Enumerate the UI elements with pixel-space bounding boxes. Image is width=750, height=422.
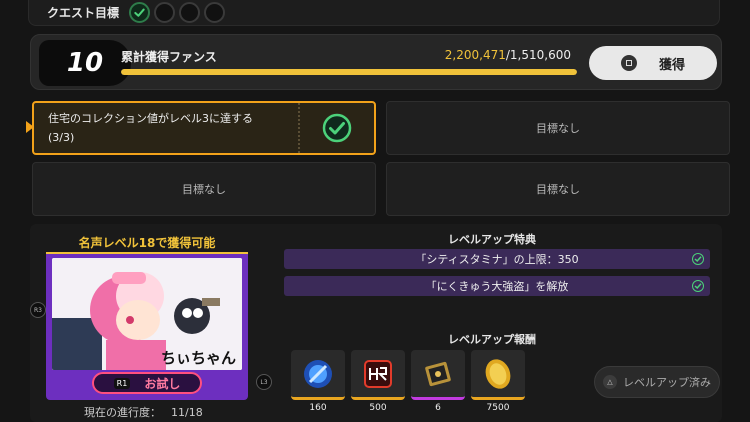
level-up-done-button[interactable]: △ レベルアップ済み: [594, 366, 720, 398]
goal-1-text: 住宅のコレクション値がレベル3に達する: [48, 112, 253, 125]
quest-slot-3: [179, 2, 201, 23]
character-card[interactable]: 名声レベル18で獲得可能 ちぃちゃん R1 お試し: [46, 232, 248, 400]
triangle-button-icon: △: [603, 375, 617, 389]
goal-cell-4[interactable]: 目標なし: [386, 162, 730, 216]
quest-goal-strip: クエスト目標: [28, 0, 720, 26]
cumulative-fans-panel: 10 累計獲得ファンス 2,200,471/1,510,600 獲得: [30, 34, 722, 90]
reward-2-count: 500: [369, 403, 387, 413]
perk-1-text: 「シティスタミナ」の上限：350: [415, 253, 579, 266]
quest-goal-label: クエスト目標: [47, 6, 120, 20]
gold-coin-icon: [471, 350, 525, 400]
character-name: ちぃちゃん: [160, 349, 236, 367]
reward-4-count: 7500: [486, 403, 510, 413]
level-up-rewards-title: レベルアップ報酬: [448, 333, 536, 346]
r3-button-badge: R3: [30, 302, 46, 318]
unlock-condition-title: 名声レベル18で獲得可能: [46, 232, 248, 254]
goal-complete-check-icon: [322, 113, 352, 143]
claim-button[interactable]: 獲得: [589, 46, 717, 80]
fans-current: 2,200,471: [444, 48, 506, 62]
goal-cell-2[interactable]: 目標なし: [386, 101, 730, 155]
quest-slot-1-check-icon: [129, 2, 151, 23]
quest-slot-2: [154, 2, 176, 23]
progress-value: 11/18: [171, 406, 203, 419]
reward-1-count: 160: [309, 403, 327, 413]
try-character-button[interactable]: R1 お試し: [92, 372, 202, 394]
goal-1-progress: (3/3): [48, 131, 75, 144]
fans-value: 2,200,471/1,510,600: [445, 48, 571, 62]
fame-level-box: 10: [39, 40, 131, 86]
reward-3-count: 6: [435, 403, 441, 413]
goal-1-check-area: [298, 103, 374, 153]
l3-button-badge: L3: [256, 374, 272, 390]
perk-2-check-icon: [692, 280, 704, 292]
perk-2-text: 「にくきゅう大強盗」を解放: [425, 280, 569, 293]
perk-item-1: 「シティスタミナ」の上限：350: [284, 249, 710, 269]
goal-cell-1[interactable]: 住宅のコレクション値がレベル3に達する (3/3): [32, 101, 376, 155]
current-progress: 現在の進行度： 11/18: [84, 404, 203, 420]
hunter-card-icon: [351, 350, 405, 400]
quest-slot-4: [204, 2, 226, 23]
character-portrait: ちぃちゃん: [52, 258, 242, 370]
try-button-label: お試し: [144, 376, 181, 391]
level-up-perks-title: レベルアップ特典: [448, 233, 536, 246]
fans-progress-fill: [121, 69, 577, 75]
reward-item-4[interactable]: 7500: [471, 350, 525, 416]
progress-label: 現在の進行度：: [84, 406, 161, 419]
perk-item-2: 「にくきゅう大強盗」を解放: [284, 276, 710, 296]
level-up-screen: クエスト目標 10 累計獲得ファンス 2,200,471/1,510,600 獲…: [0, 0, 750, 422]
gold-ticket-icon: [411, 350, 465, 400]
fans-progress-bar: [121, 69, 577, 75]
goal-cell-3[interactable]: 目標なし: [32, 162, 376, 216]
reward-item-3[interactable]: 6: [411, 350, 465, 416]
square-button-icon: [620, 55, 637, 71]
fans-target: /1,510,600: [505, 48, 571, 62]
r1-key-badge: R1: [113, 377, 131, 389]
fans-title: 累計獲得ファンス: [121, 50, 217, 64]
level-up-done-label: レベルアップ済み: [623, 376, 711, 389]
reward-item-1[interactable]: 160: [291, 350, 345, 416]
claim-button-label: 獲得: [658, 57, 685, 73]
perk-1-check-icon: [692, 253, 704, 265]
blue-orb-icon: [291, 350, 345, 400]
reward-item-2[interactable]: 500: [351, 350, 405, 416]
